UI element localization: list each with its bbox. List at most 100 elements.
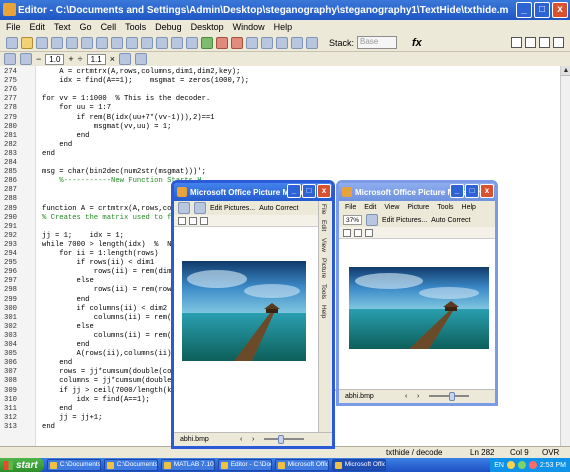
zoom-icon[interactable] (135, 53, 147, 65)
save-icon[interactable] (36, 36, 48, 49)
tile-horizontal-icon[interactable] (525, 37, 536, 48)
pm1-sidebar-tools[interactable]: Tools (319, 281, 328, 302)
pm1-maximize-button[interactable]: □ (302, 184, 316, 198)
code-line[interactable]: 275 idx = find(A==1); msgmat = zeros(100… (0, 77, 560, 86)
pm1-sidebar-help[interactable]: Help (319, 302, 328, 321)
decrement-button[interactable]: − (36, 54, 41, 64)
code-line[interactable]: 285 msg = char(bin2dec(num2str(msgmat)))'… (0, 168, 560, 177)
pm2-edit-pictures-button[interactable]: Edit Pictures... (382, 217, 427, 224)
pm1-next-icon[interactable]: › (252, 436, 254, 443)
cell-scale-input[interactable]: 1.1 (86, 53, 106, 65)
exit-debug-icon[interactable] (306, 36, 318, 49)
pm1-sidebar-view[interactable]: View (319, 235, 328, 255)
pm1-single-view-icon[interactable] (200, 216, 208, 225)
copy-icon[interactable] (66, 36, 78, 49)
menu-tools[interactable]: Tools (125, 22, 146, 32)
run-icon[interactable] (201, 36, 213, 49)
stack-dropdown[interactable]: Base (357, 36, 398, 49)
pm2-minimize-button[interactable]: _ (450, 184, 464, 198)
clear-breakpoints-icon[interactable] (231, 36, 243, 49)
undo-icon[interactable] (96, 36, 108, 49)
step-out-icon[interactable] (276, 36, 288, 49)
pm2-single-view-icon[interactable] (365, 228, 373, 237)
redo-icon[interactable] (111, 36, 123, 49)
menu-window[interactable]: Window (233, 22, 265, 32)
pm1-sidebar-file[interactable]: File (319, 201, 328, 217)
pm2-zoom-knob[interactable] (449, 392, 455, 401)
tray-icon[interactable] (528, 461, 537, 469)
pm2-view-icon[interactable] (366, 214, 379, 226)
tile-vertical-icon[interactable] (539, 37, 550, 48)
pm1-view-icon[interactable] (194, 202, 206, 214)
pm2-next-icon[interactable]: › (417, 393, 419, 400)
multiply-button[interactable]: × (110, 54, 115, 64)
code-line[interactable]: 279 if rem(B(idx(uu+7*(vv-1))),2)==1 (0, 114, 560, 123)
pm1-prev-icon[interactable]: ‹ (240, 436, 242, 443)
cell-value-input[interactable]: 1.0 (45, 53, 65, 65)
increment-button[interactable]: + (68, 54, 73, 64)
pm2-filmstrip-view-icon[interactable] (354, 228, 362, 237)
menu-debug[interactable]: Debug (155, 22, 182, 32)
menu-file[interactable]: File (6, 22, 21, 32)
float-icon[interactable] (553, 37, 564, 48)
menu-text[interactable]: Text (54, 22, 71, 32)
new-file-icon[interactable] (6, 36, 18, 49)
pm1-sidebar-edit[interactable]: Edit (319, 217, 328, 234)
pm2-close-button[interactable]: x (480, 184, 494, 198)
tile-layout-icon[interactable] (511, 37, 522, 48)
cell-eval-icon[interactable] (20, 53, 32, 65)
paste-icon[interactable] (81, 36, 93, 49)
pm1-thumbnail-view-icon[interactable] (178, 216, 186, 225)
taskbar-item[interactable]: C:\Documents a... (46, 459, 101, 471)
taskbar-item[interactable]: Microsoft Office... (331, 459, 386, 471)
pm2-menu-help[interactable]: Help (462, 204, 476, 211)
step-in-icon[interactable] (261, 36, 273, 49)
step-icon[interactable] (246, 36, 258, 49)
code-line[interactable]: 274 A = crtmtrx(A,rows,columns,dim1,dim2… (0, 68, 560, 77)
pm2-menu-edit[interactable]: Edit (364, 204, 376, 211)
code-line[interactable]: 283 end (0, 150, 560, 159)
pm2-thumbnail-view-icon[interactable] (343, 228, 351, 237)
taskbar-item[interactable]: Editor - C:\Docu... (217, 459, 272, 471)
fx-icon[interactable] (156, 36, 168, 49)
minimize-button[interactable]: _ (516, 2, 532, 18)
maximize-button[interactable]: □ (534, 2, 550, 18)
forward-icon[interactable] (186, 36, 198, 49)
open-folder-icon[interactable] (21, 36, 33, 49)
code-line[interactable]: 281 end (0, 132, 560, 141)
print-icon[interactable] (126, 36, 138, 49)
cell-mode-icon[interactable] (4, 53, 16, 65)
code-line[interactable]: 280 msgmat(vv,uu) = 1; (0, 123, 560, 132)
pm1-sidebar-picture[interactable]: Picture (319, 255, 328, 281)
pm2-zoom-select[interactable]: 37% (343, 215, 363, 225)
pm1-auto-correct-button[interactable]: Auto Correct (259, 205, 298, 212)
back-icon[interactable] (171, 36, 183, 49)
cut-icon[interactable] (51, 36, 63, 49)
picture-manager-window-2[interactable]: Microsoft Office Picture Manager _ □ x F… (336, 180, 498, 406)
pm2-maximize-button[interactable]: □ (465, 184, 479, 198)
menu-go[interactable]: Go (80, 22, 92, 32)
pm1-close-button[interactable]: x (317, 184, 331, 198)
close-button[interactable]: x (552, 2, 568, 18)
pm1-filmstrip-view-icon[interactable] (189, 216, 197, 225)
menu-desktop[interactable]: Desktop (191, 22, 224, 32)
pm2-menu-tools[interactable]: Tools (437, 204, 453, 211)
language-indicator[interactable]: EN (494, 462, 504, 469)
pm2-titlebar[interactable]: Microsoft Office Picture Manager _ □ x (339, 183, 495, 201)
continue-icon[interactable] (291, 36, 303, 49)
pm2-auto-correct-button[interactable]: Auto Correct (431, 217, 470, 224)
scroll-up-arrow-icon[interactable]: ▲ (561, 66, 570, 76)
tray-icon[interactable] (517, 461, 526, 469)
pm1-zoom-knob[interactable] (278, 435, 284, 444)
editor-scrollbar[interactable]: ▲ (560, 66, 570, 446)
pm1-save-icon[interactable] (178, 202, 190, 214)
picture-manager-window-1[interactable]: Microsoft Office Picture Manager _ □ x E… (171, 180, 335, 449)
breakpoint-icon[interactable] (216, 36, 228, 49)
divide-button[interactable]: ÷ (78, 54, 83, 64)
pm1-zoom-slider[interactable] (264, 438, 304, 440)
menu-edit[interactable]: Edit (30, 22, 46, 32)
code-line[interactable]: 284 (0, 159, 560, 168)
menu-help[interactable]: Help (274, 22, 293, 32)
editor-titlebar[interactable]: Editor - C:\Documents and Settings\Admin… (0, 0, 570, 20)
cell-settings-icon[interactable] (119, 53, 131, 65)
